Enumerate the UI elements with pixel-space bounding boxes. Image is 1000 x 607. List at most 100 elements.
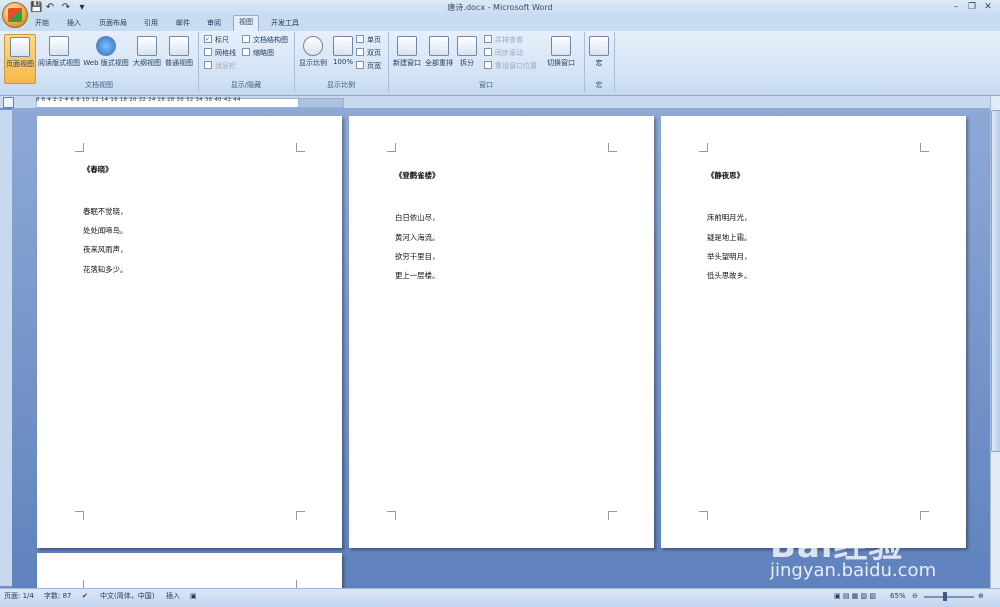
document-map-label: 文档结构图 bbox=[253, 36, 288, 44]
poem-title: 《静夜思》 bbox=[707, 171, 744, 180]
crop-mark bbox=[920, 511, 929, 520]
checkbox-icon bbox=[242, 35, 250, 43]
macros-label: 宏 bbox=[595, 59, 603, 67]
group-macros: 宏 宏 bbox=[584, 32, 615, 92]
sync-scroll-label: 同步滚动 bbox=[495, 49, 523, 57]
web-layout-button[interactable]: Web 版式视图 bbox=[82, 34, 130, 82]
crop-mark bbox=[699, 143, 708, 152]
checkbox-icon bbox=[204, 61, 212, 69]
poem-line: 花落知多少。 bbox=[83, 265, 128, 274]
view-buttons[interactable]: ▣ ▤ ▦ ▧ ▨ bbox=[834, 590, 876, 602]
draft-view-icon bbox=[169, 36, 189, 56]
close-icon[interactable]: ✕ bbox=[982, 2, 994, 13]
page-width-icon bbox=[356, 61, 364, 69]
split-button[interactable]: 拆分 bbox=[452, 34, 482, 82]
insert-mode-indicator[interactable]: 插入 bbox=[166, 590, 180, 602]
one-page-icon bbox=[356, 35, 364, 43]
two-pages-label: 双页 bbox=[367, 49, 381, 57]
watermark-url: jingyan.baidu.com bbox=[770, 560, 937, 581]
new-window-button[interactable]: 新建窗口 bbox=[392, 34, 422, 82]
zoom-label: 显示比例 bbox=[299, 59, 327, 67]
outline-view-button[interactable]: 大纲视图 bbox=[132, 34, 162, 82]
office-button[interactable] bbox=[2, 2, 28, 28]
crop-mark bbox=[699, 511, 708, 520]
outline-view-icon bbox=[137, 36, 157, 56]
tab-developer[interactable]: 开发工具 bbox=[266, 17, 304, 30]
group-zoom: 显示比例 100% 单页 双页 页宽 显示比例 bbox=[294, 32, 389, 92]
proofing-icon[interactable]: ✔ bbox=[82, 590, 88, 602]
switch-windows-icon bbox=[551, 36, 571, 56]
tab-view[interactable]: 视图 bbox=[233, 15, 259, 31]
tab-selector-icon[interactable] bbox=[3, 97, 14, 108]
reading-layout-button[interactable]: 阅读版式视图 bbox=[38, 34, 80, 82]
document-page-3[interactable]: 《静夜思》 床前明月光， 疑是地上霜。 举头望明月， 低头思故乡。 bbox=[661, 116, 966, 548]
macros-button[interactable]: 宏 bbox=[584, 34, 614, 82]
crop-mark bbox=[608, 511, 617, 520]
zoom-slider-thumb[interactable] bbox=[943, 592, 947, 601]
poem-line: 低头思故乡。 bbox=[707, 271, 752, 280]
checkbox-checked-icon bbox=[204, 35, 212, 43]
poem-line: 白日依山尽， bbox=[395, 213, 440, 222]
one-page-button[interactable]: 单页 bbox=[356, 35, 381, 46]
zoom-100-button[interactable]: 100% bbox=[328, 34, 358, 82]
zoom-out-icon[interactable]: ⊖ bbox=[912, 590, 918, 602]
draft-view-button[interactable]: 普通视图 bbox=[164, 34, 194, 82]
poem-title: 《春晓》 bbox=[83, 165, 113, 174]
sync-scroll-button: 同步滚动 bbox=[484, 48, 523, 59]
print-layout-button[interactable]: 页面视图 bbox=[4, 34, 36, 84]
message-bar-checkbox: 消息栏 bbox=[204, 61, 236, 72]
scrollbar-thumb[interactable] bbox=[991, 110, 1000, 452]
arrange-all-button[interactable]: 全部重排 bbox=[424, 34, 454, 82]
crop-mark bbox=[387, 143, 396, 152]
group-document-views: 页面视图 阅读版式视图 Web 版式视图 大纲视图 普通视图 文档视图 bbox=[0, 32, 199, 92]
document-map-checkbox[interactable]: 文档结构图 bbox=[242, 35, 288, 46]
macro-record-icon[interactable]: ▣ bbox=[190, 590, 197, 602]
zoom-level[interactable]: 65% bbox=[890, 590, 906, 602]
split-label: 拆分 bbox=[460, 59, 474, 67]
message-bar-label: 消息栏 bbox=[215, 62, 236, 70]
poem-line: 欲穷千里目， bbox=[395, 252, 440, 261]
crop-mark bbox=[608, 143, 617, 152]
group-label-document-views: 文档视图 bbox=[85, 81, 113, 89]
ruler-tick-labels: 8 6 4 2 2 4 6 8 10 12 14 16 18 20 22 24 … bbox=[36, 97, 241, 103]
zoom-slider[interactable] bbox=[924, 596, 974, 598]
zoom-in-icon[interactable]: ⊕ bbox=[978, 590, 984, 602]
ruler-checkbox[interactable]: 标尺 bbox=[204, 35, 229, 46]
poem-line: 春眠不觉晓， bbox=[83, 207, 128, 216]
tab-page-layout[interactable]: 页面布局 bbox=[94, 17, 132, 30]
arrange-all-label: 全部重排 bbox=[425, 59, 453, 67]
web-layout-icon bbox=[96, 36, 116, 56]
window-title: 唐诗.docx - Microsoft Word bbox=[447, 3, 553, 12]
document-page-4[interactable] bbox=[37, 553, 342, 589]
zoom-button[interactable]: 显示比例 bbox=[298, 34, 328, 82]
minimize-icon[interactable]: – bbox=[950, 2, 962, 13]
document-page-1[interactable]: 《春晓》 春眠不觉晓， 处处闻啼鸟。 夜来风雨声， 花落知多少。 bbox=[37, 116, 342, 548]
word-count[interactable]: 字数: 87 bbox=[44, 590, 72, 602]
ruler-label: 标尺 bbox=[215, 36, 229, 44]
group-label-show-hide: 显示/隐藏 bbox=[230, 81, 262, 89]
thumbnails-checkbox[interactable]: 缩略图 bbox=[242, 48, 274, 59]
group-label-zoom: 显示比例 bbox=[327, 81, 355, 89]
switch-windows-label: 切换窗口 bbox=[547, 59, 575, 67]
two-pages-button[interactable]: 双页 bbox=[356, 48, 381, 59]
tab-review[interactable]: 审阅 bbox=[202, 17, 226, 30]
language-indicator[interactable]: 中文(简体，中国) bbox=[100, 590, 154, 602]
page-count[interactable]: 页面: 1/4 bbox=[4, 590, 34, 602]
tab-home[interactable]: 开始 bbox=[30, 17, 54, 30]
checkbox-icon bbox=[204, 48, 212, 56]
poem-line: 床前明月光， bbox=[707, 213, 752, 222]
tab-insert[interactable]: 插入 bbox=[62, 17, 86, 30]
switch-windows-button[interactable]: 切换窗口 bbox=[546, 34, 576, 82]
gridlines-checkbox[interactable]: 网格线 bbox=[204, 48, 236, 59]
vertical-ruler[interactable] bbox=[0, 110, 12, 586]
crop-mark bbox=[75, 511, 84, 520]
print-layout-label: 页面视图 bbox=[6, 60, 34, 68]
side-by-side-label: 并排查看 bbox=[495, 36, 523, 44]
web-layout-label: Web 版式视图 bbox=[83, 59, 129, 67]
document-page-2[interactable]: 《登鹳雀楼》 白日依山尽， 黄河入海流。 欲穷千里目， 更上一层楼。 bbox=[349, 116, 654, 548]
restore-icon[interactable]: ❐ bbox=[966, 2, 978, 13]
page-width-button[interactable]: 页宽 bbox=[356, 61, 381, 72]
crop-mark bbox=[920, 143, 929, 152]
tab-references[interactable]: 引用 bbox=[139, 17, 163, 30]
tab-mailings[interactable]: 邮件 bbox=[171, 17, 195, 30]
